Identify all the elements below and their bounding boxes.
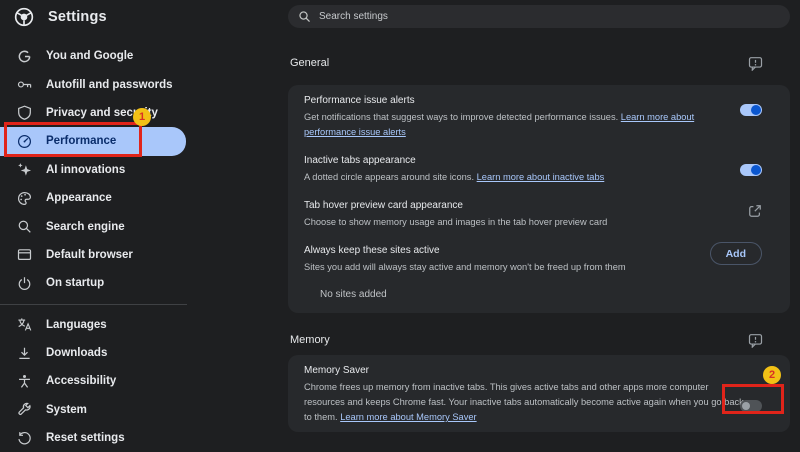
sidebar-item-ai-innovations[interactable]: AI innovations xyxy=(0,156,240,184)
sidebar-item-label: AI innovations xyxy=(46,164,125,176)
section-heading: Memory xyxy=(290,334,330,346)
sidebar-item-privacy[interactable]: Privacy and security xyxy=(0,99,240,127)
memory-settings-card: Memory Saver Chrome frees up memory from… xyxy=(288,355,790,432)
row-memory-saver: Memory Saver Chrome frees up memory from… xyxy=(288,364,790,425)
general-section-header: General xyxy=(288,55,790,71)
sidebar-item-label: Performance xyxy=(46,135,116,147)
chrome-logo-icon xyxy=(14,7,34,27)
performance-issue-alerts-toggle[interactable] xyxy=(740,104,762,116)
learn-more-link[interactable]: Learn more about Memory Saver xyxy=(340,412,476,422)
search-settings-bar[interactable] xyxy=(288,5,790,28)
memory-saver-toggle[interactable] xyxy=(740,400,762,412)
sidebar-item-label: Appearance xyxy=(46,192,112,204)
sidebar-item-label: Accessibility xyxy=(46,375,116,387)
sidebar-item-downloads[interactable]: Downloads xyxy=(0,339,240,367)
sidebar-item-label: System xyxy=(46,404,87,416)
setting-title: Inactive tabs appearance xyxy=(304,154,790,167)
palette-icon xyxy=(17,190,33,206)
feedback-icon xyxy=(748,56,763,71)
sidebar-divider xyxy=(0,304,187,305)
toggle-knob xyxy=(751,165,761,175)
download-icon xyxy=(17,345,33,361)
toggle-knob xyxy=(751,105,761,115)
row-inactive-tabs-appearance: Inactive tabs appearance A dotted circle… xyxy=(288,154,790,185)
general-settings-card: Performance issue alerts Get notificatio… xyxy=(288,85,790,313)
sidebar-item-label: On startup xyxy=(46,277,104,289)
google-g-icon xyxy=(17,48,33,64)
reset-icon xyxy=(17,430,33,446)
search-icon xyxy=(298,10,311,23)
sidebar-item-search-engine[interactable]: Search engine xyxy=(0,212,240,240)
sidebar-item-on-startup[interactable]: On startup xyxy=(0,269,240,297)
browser-window-icon xyxy=(17,247,33,263)
row-tab-hover-preview[interactable]: Tab hover preview card appearance Choose… xyxy=(288,199,790,230)
sidebar-item-default-browser[interactable]: Default browser xyxy=(0,241,240,269)
external-link-icon xyxy=(748,204,762,218)
sidebar-item-reset-settings[interactable]: Reset settings xyxy=(0,424,240,452)
inactive-tabs-appearance-toggle[interactable] xyxy=(740,164,762,176)
speedometer-icon xyxy=(17,133,33,149)
setting-description: A dotted circle appears around site icon… xyxy=(304,172,474,182)
magnifier-icon xyxy=(17,219,33,235)
sidebar-item-label: Languages xyxy=(46,319,107,331)
memory-section-header: Memory xyxy=(288,332,790,348)
section-heading: General xyxy=(290,57,329,69)
sparkle-icon xyxy=(17,162,33,178)
feedback-icon xyxy=(748,333,763,348)
sidebar-item-label: Autofill and passwords xyxy=(46,79,173,91)
send-feedback-button[interactable] xyxy=(748,333,763,348)
sidebar-item-accessibility[interactable]: Accessibility xyxy=(0,367,240,395)
key-icon xyxy=(17,77,33,93)
sidebar-item-label: Default browser xyxy=(46,249,133,261)
send-feedback-button[interactable] xyxy=(748,56,763,71)
wrench-icon xyxy=(17,402,33,418)
open-subpage-button[interactable] xyxy=(748,204,762,218)
learn-more-link[interactable]: Learn more about inactive tabs xyxy=(477,172,605,182)
accessibility-icon xyxy=(17,373,33,389)
setting-title: Performance issue alerts xyxy=(304,94,790,107)
no-sites-added-text: No sites added xyxy=(288,289,790,300)
setting-title: Tab hover preview card appearance xyxy=(304,199,790,212)
setting-title: Memory Saver xyxy=(304,364,790,377)
search-input[interactable] xyxy=(319,11,780,22)
shield-icon xyxy=(17,105,33,121)
setting-description: Choose to show memory usage and images i… xyxy=(304,217,607,227)
sidebar-item-label: Privacy and security xyxy=(46,107,158,119)
settings-sidebar: Settings You and Google Autofill and pas… xyxy=(0,0,240,446)
sidebar-item-label: You and Google xyxy=(46,50,133,62)
toggle-knob xyxy=(742,402,750,410)
add-site-button[interactable]: Add xyxy=(710,242,762,265)
sidebar-item-autofill[interactable]: Autofill and passwords xyxy=(0,70,240,98)
sidebar-item-you-and-google[interactable]: You and Google xyxy=(0,42,240,70)
sidebar-item-label: Reset settings xyxy=(46,432,125,444)
sidebar-item-label: Downloads xyxy=(46,347,107,359)
row-always-keep-sites-active: Always keep these sites active Sites you… xyxy=(288,244,790,275)
setting-description: Get notifications that suggest ways to i… xyxy=(304,112,618,122)
sidebar-item-performance[interactable]: Performance xyxy=(0,127,186,155)
setting-description: Sites you add will always stay active an… xyxy=(304,262,626,272)
sidebar-item-languages[interactable]: Languages xyxy=(0,311,240,339)
sidebar-item-appearance[interactable]: Appearance xyxy=(0,184,240,212)
page-title: Settings xyxy=(48,9,107,25)
power-icon xyxy=(17,275,33,291)
sidebar-nav: You and Google Autofill and passwords Pr… xyxy=(0,42,240,452)
settings-content: General Performance issue alerts Get not… xyxy=(288,0,790,446)
translate-icon xyxy=(17,317,33,333)
row-performance-issue-alerts: Performance issue alerts Get notificatio… xyxy=(288,94,790,140)
sidebar-item-label: Search engine xyxy=(46,221,125,233)
sidebar-item-system[interactable]: System xyxy=(0,396,240,424)
app-header: Settings xyxy=(14,7,107,27)
